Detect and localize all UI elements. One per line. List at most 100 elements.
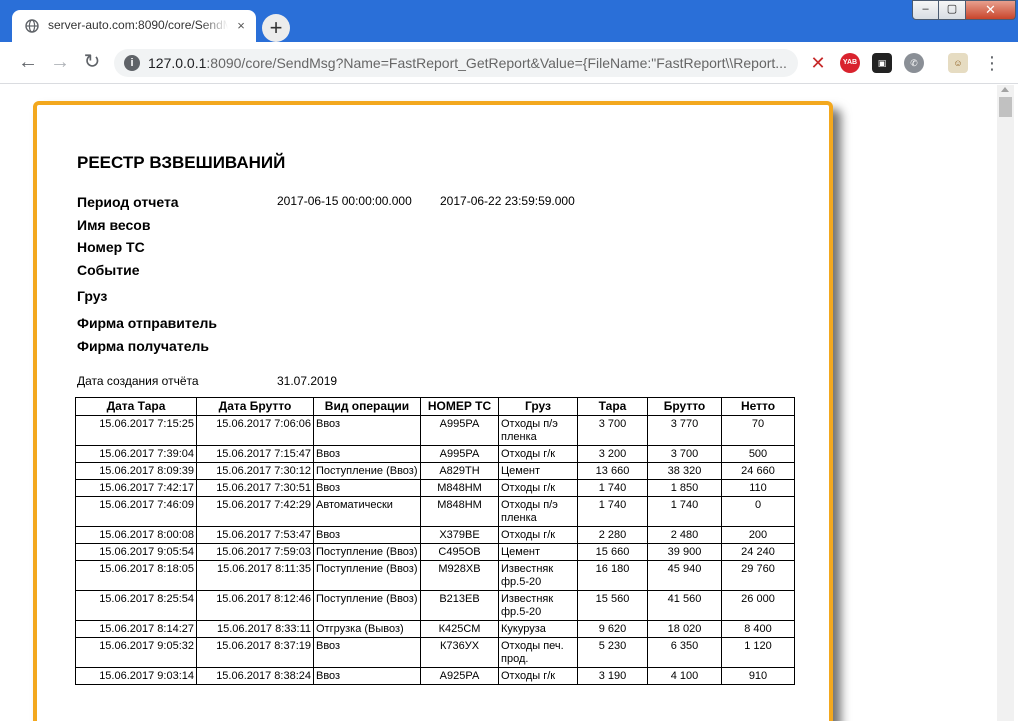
period-from: 2017-06-15 00:00:00.000 bbox=[277, 194, 412, 208]
cell-gross-date: 15.06.2017 7:06:06 bbox=[196, 415, 314, 446]
cell-gross-date: 15.06.2017 7:53:47 bbox=[196, 526, 314, 544]
col-header-operation: Вид операции bbox=[313, 397, 421, 416]
extension-box-icon[interactable]: ▣ bbox=[872, 53, 892, 73]
vertical-scrollbar[interactable] bbox=[997, 85, 1014, 721]
cell-tare-date: 15.06.2017 7:46:09 bbox=[75, 496, 197, 527]
forward-button[interactable]: → bbox=[48, 50, 72, 74]
table-row: 15.06.2017 7:39:04 15.06.2017 7:15:47 Вв… bbox=[75, 445, 795, 463]
extension-yab-icon[interactable]: YAB bbox=[840, 53, 860, 73]
cell-net: 70 bbox=[721, 415, 795, 446]
cell-tare: 13 660 bbox=[577, 462, 648, 480]
minimize-button[interactable]: – bbox=[912, 0, 939, 20]
cell-vehicle: А925РА bbox=[420, 667, 499, 685]
scrollbar-thumb[interactable] bbox=[999, 97, 1012, 117]
cell-tare-date: 15.06.2017 7:39:04 bbox=[75, 445, 197, 463]
cell-tare: 3 190 bbox=[577, 667, 648, 685]
cell-operation: Ввоз bbox=[313, 526, 421, 544]
tab-title: server-auto.com:8090/core/SendMsg bbox=[48, 18, 228, 32]
cell-gross: 6 350 bbox=[647, 637, 722, 668]
cell-vehicle: С495ОВ bbox=[420, 543, 499, 561]
new-tab-button[interactable]: + bbox=[262, 14, 290, 42]
menu-dots-icon[interactable]: ⋮ bbox=[982, 52, 1002, 74]
cell-gross-date: 15.06.2017 7:59:03 bbox=[196, 543, 314, 561]
cell-vehicle: К425СМ bbox=[420, 620, 499, 638]
receiver-label: Фирма получатель bbox=[77, 338, 209, 354]
cell-vehicle: А995РА bbox=[420, 415, 499, 446]
cell-tare-date: 15.06.2017 8:14:27 bbox=[75, 620, 197, 638]
cell-operation: Ввоз bbox=[313, 479, 421, 497]
cell-cargo: Известняк фр.5-20 bbox=[498, 560, 578, 591]
cell-operation: Ввоз bbox=[313, 445, 421, 463]
cell-net: 1 120 bbox=[721, 637, 795, 668]
address-bar[interactable]: i 127.0.0.1:8090/core/SendMsg?Name=FastR… bbox=[114, 49, 798, 77]
reload-button[interactable]: ↻ bbox=[80, 50, 104, 74]
table-row: 15.06.2017 7:15:25 15.06.2017 7:06:06 Вв… bbox=[75, 415, 795, 446]
cell-operation: Поступление (Ввоз) bbox=[313, 543, 421, 561]
info-icon[interactable]: i bbox=[124, 55, 140, 71]
cell-gross-date: 15.06.2017 7:15:47 bbox=[196, 445, 314, 463]
cell-gross: 41 560 bbox=[647, 590, 722, 621]
cell-gross-date: 15.06.2017 8:33:11 bbox=[196, 620, 314, 638]
cell-tare-date: 15.06.2017 9:05:32 bbox=[75, 637, 197, 668]
back-button[interactable]: ← bbox=[16, 50, 40, 74]
cell-net: 200 bbox=[721, 526, 795, 544]
cell-operation: Автоматически bbox=[313, 496, 421, 527]
cell-tare: 2 280 bbox=[577, 526, 648, 544]
extension-x-icon[interactable]: ✕ bbox=[808, 53, 828, 73]
created-value: 31.07.2019 bbox=[277, 374, 338, 388]
weighings-table: Дата Тара Дата Брутто Вид операции НОМЕР… bbox=[75, 397, 795, 685]
cell-gross-date: 15.06.2017 7:30:12 bbox=[196, 462, 314, 480]
maximize-button[interactable]: ▢ bbox=[939, 0, 966, 20]
report-page: РЕЕСТР ВЗВЕШИВАНИЙ Период отчета 2017-06… bbox=[33, 101, 833, 721]
cell-cargo: Цемент bbox=[498, 543, 578, 561]
col-header-net: Нетто bbox=[721, 397, 795, 416]
cell-operation: Ввоз bbox=[313, 415, 421, 446]
cell-tare-date: 15.06.2017 7:42:17 bbox=[75, 479, 197, 497]
globe-icon bbox=[25, 19, 39, 33]
profile-avatar-icon[interactable]: ☺ bbox=[948, 53, 968, 73]
cell-gross-date: 15.06.2017 8:37:19 bbox=[196, 637, 314, 668]
cell-gross: 1 850 bbox=[647, 479, 722, 497]
cell-vehicle: М848НМ bbox=[420, 496, 499, 527]
cell-vehicle: Х379ВЕ bbox=[420, 526, 499, 544]
cell-tare: 16 180 bbox=[577, 560, 648, 591]
cell-cargo: Отходы г/к bbox=[498, 479, 578, 497]
window-controls: – ▢ ✕ bbox=[912, 0, 1018, 20]
cell-operation: Поступление (Ввоз) bbox=[313, 560, 421, 591]
cell-net: 26 000 bbox=[721, 590, 795, 621]
col-header-tare: Тара bbox=[577, 397, 648, 416]
cell-gross-date: 15.06.2017 7:42:29 bbox=[196, 496, 314, 527]
cell-operation: Поступление (Ввоз) bbox=[313, 462, 421, 480]
cell-gross-date: 15.06.2017 8:38:24 bbox=[196, 667, 314, 685]
cell-operation: Поступление (Ввоз) bbox=[313, 590, 421, 621]
cell-gross: 3 770 bbox=[647, 415, 722, 446]
scales-label: Имя весов bbox=[77, 217, 151, 233]
table-row: 15.06.2017 8:18:05 15.06.2017 8:11:35 По… bbox=[75, 560, 795, 591]
browser-tab[interactable]: server-auto.com:8090/core/SendMsg × bbox=[12, 10, 256, 42]
page-viewport: РЕЕСТР ВЗВЕШИВАНИЙ Период отчета 2017-06… bbox=[0, 85, 1018, 721]
url-path: :8090/core/SendMsg?Name=FastReport_GetRe… bbox=[206, 55, 787, 71]
url-text[interactable]: 127.0.0.1:8090/core/SendMsg?Name=FastRep… bbox=[148, 55, 788, 73]
report-title: РЕЕСТР ВЗВЕШИВАНИЙ bbox=[77, 153, 286, 172]
cell-tare-date: 15.06.2017 8:00:08 bbox=[75, 526, 197, 544]
scroll-up-arrow-icon[interactable] bbox=[1001, 87, 1009, 92]
cell-gross: 38 320 bbox=[647, 462, 722, 480]
cell-tare: 9 620 bbox=[577, 620, 648, 638]
period-label: Период отчета bbox=[77, 194, 179, 210]
table-row: 15.06.2017 9:03:14 15.06.2017 8:38:24 Вв… bbox=[75, 667, 795, 685]
cell-cargo: Известняк фр.5-20 bbox=[498, 590, 578, 621]
table-header-row: Дата Тара Дата Брутто Вид операции НОМЕР… bbox=[75, 397, 795, 416]
cell-tare-date: 15.06.2017 9:03:14 bbox=[75, 667, 197, 685]
cell-cargo: Отходы п/э пленка bbox=[498, 415, 578, 446]
col-header-tare-date: Дата Тара bbox=[75, 397, 197, 416]
extension-chat-icon[interactable]: ✆ bbox=[904, 53, 924, 73]
cell-tare: 3 700 bbox=[577, 415, 648, 446]
cell-cargo: Отходы п/э пленка bbox=[498, 496, 578, 527]
cell-gross: 2 480 bbox=[647, 526, 722, 544]
cell-cargo: Отходы г/к bbox=[498, 667, 578, 685]
table-row: 15.06.2017 7:46:09 15.06.2017 7:42:29 Ав… bbox=[75, 496, 795, 527]
close-window-button[interactable]: ✕ bbox=[966, 0, 1016, 20]
cell-net: 110 bbox=[721, 479, 795, 497]
tab-close-icon[interactable]: × bbox=[234, 19, 248, 33]
cell-tare: 15 560 bbox=[577, 590, 648, 621]
